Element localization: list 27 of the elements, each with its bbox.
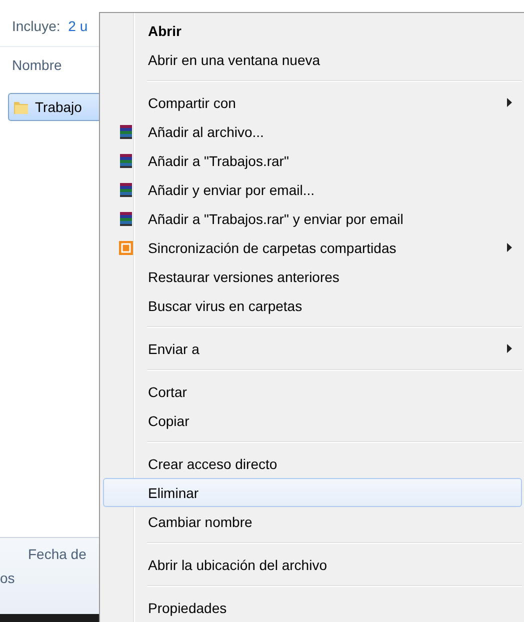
menu-item[interactable]: Sincronización de carpetas compartidas — [103, 233, 522, 262]
menu-item[interactable]: Eliminar — [103, 478, 522, 507]
menu-item[interactable]: Enviar a — [103, 334, 522, 363]
menu-item[interactable]: Cortar — [103, 377, 522, 406]
menu-item[interactable]: Añadir a "Trabajos.rar" y enviar por email — [103, 204, 522, 233]
books-icon — [118, 152, 134, 168]
books-icon — [118, 210, 134, 226]
includes-label: Incluye: — [12, 18, 60, 34]
menu-item[interactable]: Abrir — [103, 16, 522, 45]
books-icon — [118, 124, 134, 140]
menu-item[interactable]: Propiedades — [103, 593, 522, 622]
submenu-arrow-icon — [507, 344, 513, 353]
details-value: os — [0, 570, 16, 586]
menu-item[interactable]: Restaurar versiones anteriores — [103, 262, 522, 291]
submenu-arrow-icon — [507, 98, 513, 107]
folder-icon — [13, 99, 29, 115]
menu-item[interactable]: Añadir y enviar por email... — [103, 175, 522, 204]
details-label: Fecha de — [27, 546, 88, 562]
menu-item[interactable]: Cambiar nombre — [103, 507, 522, 536]
menu-item[interactable]: Crear acceso directo — [103, 449, 522, 478]
books-icon — [118, 182, 134, 198]
locations-link[interactable]: 2 u — [68, 18, 88, 34]
menu-item[interactable]: Abrir la ubicación del archivo — [103, 550, 522, 579]
menu-item[interactable]: Buscar virus en carpetas — [103, 291, 522, 320]
submenu-arrow-icon — [507, 243, 513, 252]
menu-item[interactable]: Añadir a "Trabajos.rar" — [103, 146, 522, 175]
menu-item[interactable]: Copiar — [103, 406, 522, 435]
